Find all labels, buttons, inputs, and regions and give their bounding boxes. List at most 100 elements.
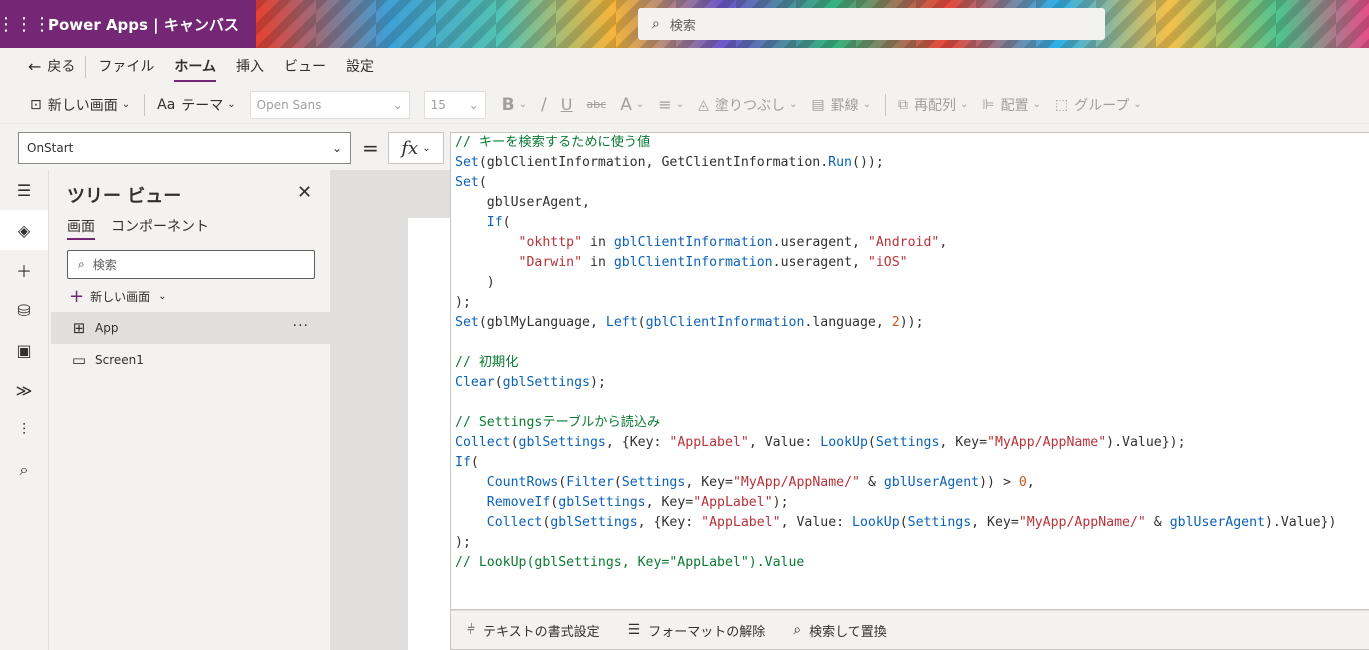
- back-button[interactable]: ← 戻る: [28, 56, 87, 78]
- code-token: Set: [455, 175, 479, 190]
- power-automate-icon[interactable]: ≫: [0, 370, 48, 410]
- underline-icon: U: [560, 95, 573, 114]
- code-token: (: [558, 475, 567, 490]
- code-token: "AppLabel": [693, 495, 773, 510]
- code-token: Run: [828, 155, 852, 170]
- code-token: gblSettings: [558, 495, 646, 510]
- fx-icon: fx: [401, 137, 419, 159]
- fx-button[interactable]: fx ⌄: [388, 132, 444, 164]
- font-color-button[interactable]: A ⌄: [620, 95, 644, 115]
- code-token: );: [772, 495, 789, 510]
- search-icon[interactable]: ⌕: [0, 450, 48, 490]
- code-token: &: [1145, 515, 1170, 530]
- code-token: ): [455, 275, 495, 290]
- fill-button[interactable]: ◬ 塗りつぶし ⌄: [698, 95, 797, 115]
- code-token: "MyApp/AppName/": [1018, 515, 1146, 530]
- advanced-tools-icon[interactable]: ⫶: [0, 410, 48, 450]
- media-icon[interactable]: ▣: [0, 330, 48, 370]
- chevron-down-icon: ⌄: [331, 141, 342, 155]
- code-token: Collect: [455, 435, 511, 450]
- menu-view[interactable]: ビュー: [284, 56, 326, 78]
- code-token: // Settingsテーブルから読込み: [455, 415, 661, 430]
- arrange-button[interactable]: ⊫ 配置 ⌄: [982, 95, 1041, 115]
- remove-format-button[interactable]: ☰ フォーマットの解除: [628, 621, 766, 640]
- tree-node-label: App: [95, 321, 119, 335]
- new-screen-button[interactable]: ⊡ 新しい画面 ⌄: [30, 95, 130, 115]
- font-family-select[interactable]: Open Sans ⌄: [249, 90, 410, 119]
- app-title: Power Apps | キャンバス: [48, 15, 239, 34]
- border-button[interactable]: ▤ 罫線 ⌄: [811, 95, 871, 115]
- format-text-label: テキストの書式設定: [483, 624, 600, 640]
- tab-screens[interactable]: 画面: [67, 216, 95, 240]
- property-select[interactable]: OnStart ⌄: [18, 132, 351, 164]
- global-search-box[interactable]: ⌕ 検索: [638, 8, 1105, 40]
- theme-label: テーマ: [181, 97, 224, 114]
- code-token: Filter: [566, 475, 614, 490]
- format-text-button[interactable]: ⫩ テキストの書式設定: [467, 621, 600, 640]
- tree-new-screen-button[interactable]: + 新しい画面 ⌄: [69, 286, 167, 307]
- code-token: gblSettings: [550, 515, 638, 530]
- code-line: // LookUp(gblSettings, Key="AppLabel").V…: [455, 553, 1336, 573]
- code-token: , Key=: [939, 435, 988, 450]
- data-database-icon[interactable]: ⛁: [0, 290, 48, 330]
- menu-file[interactable]: ファイル: [98, 56, 154, 78]
- tree-search-input[interactable]: ⌕ 検索: [67, 250, 315, 279]
- font-family-value: Open Sans: [256, 97, 322, 112]
- menu-settings[interactable]: 設定: [346, 56, 374, 78]
- formula-editor-footer: ⫩ テキストの書式設定 ☰ フォーマットの解除 ⌕ 検索して置換: [450, 610, 1369, 650]
- code-token: (gblMyLanguage,: [478, 315, 606, 330]
- close-icon[interactable]: ✕: [297, 182, 312, 203]
- chevron-down-icon: ⌄: [862, 99, 872, 110]
- remove-format-icon: ☰: [627, 622, 641, 638]
- code-token: (: [637, 315, 646, 330]
- tree-view-title: ツリー ビュー: [67, 186, 182, 207]
- code-line: );: [455, 293, 1336, 313]
- strikethrough-button[interactable]: abc: [586, 98, 606, 111]
- reorder-button[interactable]: ⧉ 再配列 ⌄: [898, 95, 968, 115]
- chevron-down-icon: ⌄: [422, 142, 431, 154]
- tab-components[interactable]: コンポーネント: [111, 216, 209, 240]
- insert-plus-icon[interactable]: ＋: [0, 250, 48, 290]
- chevron-down-icon: ⌄: [789, 99, 798, 110]
- find-replace-button[interactable]: ⌕ 検索して置換: [793, 621, 886, 640]
- code-token: );: [590, 375, 606, 390]
- formula-editor[interactable]: // キーを検索するために使う値 Set(gblClientInformation…: [450, 132, 1369, 610]
- menu-home[interactable]: ホーム: [174, 56, 216, 82]
- chevron-down-icon: ⌄: [635, 99, 645, 110]
- chevron-down-icon: ⌄: [392, 97, 403, 112]
- code-token: gblUserAgent: [1169, 515, 1265, 530]
- back-arrow-icon: ←: [28, 56, 42, 76]
- hamburger-menu-icon[interactable]: ☰: [0, 170, 48, 210]
- italic-button[interactable]: /: [541, 95, 547, 115]
- tree-node-app[interactable]: ⊞ App ···: [51, 312, 331, 344]
- font-size-select[interactable]: 15 ⌄: [423, 90, 486, 119]
- tree-node-screen1[interactable]: ▭ Screen1: [51, 344, 331, 376]
- more-options-icon[interactable]: ···: [293, 318, 309, 334]
- formula-code[interactable]: // キーを検索するために使う値 Set(gblClientInformation…: [455, 133, 1336, 573]
- code-line: ): [455, 273, 1336, 293]
- canvas-screen[interactable]: [408, 218, 450, 650]
- text-align-button[interactable]: ≡ ⌄: [658, 95, 684, 114]
- tree-view-layers-icon[interactable]: ◈: [0, 210, 48, 250]
- bold-button[interactable]: B ⌄: [502, 95, 527, 115]
- code-token: (: [613, 475, 622, 490]
- code-token: gblSettings: [502, 375, 590, 390]
- underline-button[interactable]: U: [561, 95, 573, 114]
- code-token: , Key=: [685, 475, 733, 490]
- divider: [885, 93, 887, 116]
- code-token: gblClientInformation: [613, 255, 773, 270]
- app-launcher-icon[interactable]: ⋮⋮⋮: [0, 0, 51, 48]
- tree-tabs: 画面 コンポーネント: [67, 216, 225, 240]
- find-replace-label: 検索して置換: [809, 624, 887, 640]
- border-icon: ▤: [811, 96, 825, 113]
- code-token: Clear: [455, 375, 495, 390]
- menu-insert[interactable]: 挿入: [236, 56, 264, 78]
- code-token: ());: [852, 155, 884, 170]
- theme-button[interactable]: Aa テーマ ⌄: [157, 95, 236, 115]
- group-button[interactable]: ⬚ グループ ⌄: [1055, 95, 1142, 115]
- fill-icon: ◬: [698, 96, 709, 113]
- code-token: "AppLabel": [701, 515, 781, 530]
- brand-area: ⋮⋮⋮ Power Apps | キャンバス: [0, 0, 256, 48]
